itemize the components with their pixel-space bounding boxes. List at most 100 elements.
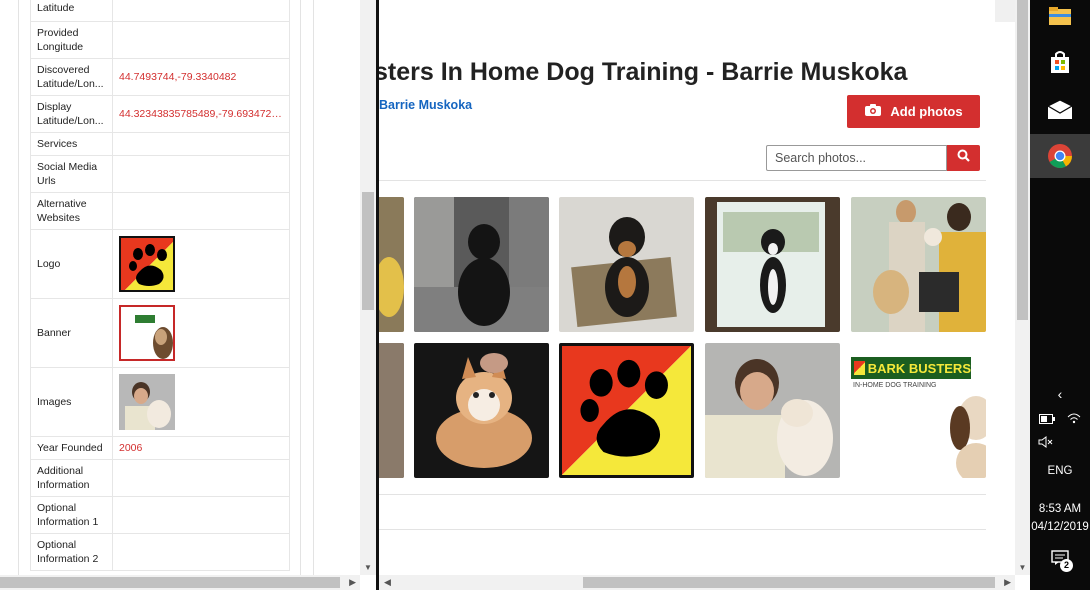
column-divider	[313, 0, 314, 575]
chrome-icon[interactable]	[1030, 134, 1090, 178]
tray-status-icons	[1030, 412, 1090, 427]
photo-search	[766, 145, 980, 171]
table-row: Logo	[30, 229, 290, 299]
notification-count-badge: 2	[1060, 559, 1073, 572]
scroll-down-arrow-icon[interactable]: ▼	[1015, 561, 1030, 575]
logo-cell	[112, 229, 290, 299]
scroll-left-arrow-icon[interactable]: ◀	[384, 575, 391, 590]
row-value	[112, 459, 290, 497]
row-label: Social Media Urls	[30, 155, 113, 193]
battery-icon[interactable]	[1039, 414, 1056, 427]
vertical-scrollbar[interactable]: ▼	[360, 0, 376, 575]
table-row: Services	[30, 132, 290, 156]
row-label: Discovered Latitude/Lon...	[30, 58, 113, 96]
search-button[interactable]	[947, 145, 980, 171]
listing-page: sters In Home Dog Training - Barrie Musk…	[379, 0, 1030, 590]
row-label: Logo	[30, 229, 113, 299]
table-row: Display Latitude/Lon... 44.3234383578548…	[30, 95, 290, 133]
photo-trainer-kiss[interactable]	[705, 343, 840, 478]
table-row: Optional Information 1	[30, 496, 290, 534]
table-row: Images	[30, 367, 290, 437]
vertical-scrollbar[interactable]: ▼	[1015, 0, 1030, 575]
wifi-icon[interactable]	[1067, 412, 1081, 427]
page-title: sters In Home Dog Training - Barrie Musk…	[379, 58, 908, 86]
detail-panel: Latitude Provided Longitude Discovered L…	[0, 0, 376, 590]
photo-boston-terrier-door[interactable]	[705, 197, 840, 332]
detail-table: Latitude Provided Longitude Discovered L…	[30, 0, 290, 571]
divider	[379, 494, 986, 495]
paw-logo-icon	[854, 361, 865, 375]
photo-partial-1[interactable]	[379, 197, 404, 332]
row-label: Additional Information	[30, 459, 113, 497]
row-label: Services	[30, 132, 113, 156]
table-row: Banner	[30, 298, 290, 368]
row-label: Optional Information 1	[30, 496, 113, 534]
show-hidden-icons-chevron-icon[interactable]: ‹	[1030, 386, 1090, 402]
horizontal-scrollbar[interactable]: ◀ ▶	[379, 575, 1015, 590]
scroll-right-arrow-icon[interactable]: ▶	[349, 575, 356, 590]
scrollbar-thumb[interactable]	[362, 192, 374, 310]
table-row: Social Media Urls	[30, 155, 290, 193]
search-input[interactable]	[766, 145, 947, 171]
row-label: Display Latitude/Lon...	[30, 95, 113, 133]
row-label: Images	[30, 367, 113, 437]
photo-black-dog-kitchen[interactable]	[414, 197, 549, 332]
horizontal-scrollbar[interactable]: ▶	[0, 575, 360, 590]
row-label: Optional Information 2	[30, 533, 113, 571]
row-value	[112, 192, 290, 230]
action-center-button[interactable]: 2	[1030, 550, 1090, 578]
table-row: Discovered Latitude/Lon... 44.7493744,-7…	[30, 58, 290, 96]
volume-muted-icon[interactable]	[1030, 436, 1090, 451]
scrollbar-thumb[interactable]	[583, 577, 995, 588]
location-link[interactable]: Barrie Muskoka	[379, 98, 472, 112]
row-value	[112, 132, 290, 156]
row-label: Banner	[30, 298, 113, 368]
add-photos-label: Add photos	[890, 104, 963, 119]
photo-trainers-with-dogs[interactable]	[851, 197, 986, 332]
images-thumbnail[interactable]	[119, 374, 175, 430]
row-label: Year Founded	[30, 436, 113, 460]
photo-partial-2[interactable]	[379, 343, 404, 478]
scroll-right-arrow-icon[interactable]: ▶	[1004, 575, 1011, 590]
file-explorer-icon[interactable]	[1030, 0, 1090, 38]
clock-date[interactable]: 04/12/2019	[1030, 521, 1090, 533]
notification-icon: 2	[1051, 550, 1073, 572]
images-cell	[112, 367, 290, 437]
divider	[379, 180, 986, 181]
banner-cell	[112, 298, 290, 368]
banner-thumbnail[interactable]	[119, 305, 175, 361]
row-value	[112, 496, 290, 534]
photo-rottweiler-mix-rug[interactable]	[559, 197, 694, 332]
photo-paw-logo[interactable]	[559, 343, 694, 478]
scrollbar-thumb[interactable]	[0, 577, 340, 588]
taskbar: ‹ ENG 8:53 AM 04/12/2019 2	[1030, 0, 1090, 590]
table-row: Alternative Websites	[30, 192, 290, 230]
row-value	[112, 533, 290, 571]
clock-time[interactable]: 8:53 AM	[1030, 503, 1090, 515]
photo-husky-puppy[interactable]	[414, 343, 549, 478]
row-label: Alternative Websites	[30, 192, 113, 230]
row-value	[112, 0, 290, 22]
table-row: Provided Longitude	[30, 21, 290, 59]
mail-icon[interactable]	[1030, 88, 1090, 132]
year-founded-value[interactable]: 2006	[112, 436, 290, 460]
photo-bark-busters-banner[interactable]: BARK BUSTERS IN-HOME DOG TRAINING	[851, 343, 986, 478]
banner-logo-strip: BARK BUSTERS	[851, 357, 971, 379]
language-indicator[interactable]: ENG	[1030, 465, 1090, 477]
banner-line2: IN-HOME DOG TRAINING	[853, 382, 937, 389]
row-label: Provided Longitude	[30, 21, 113, 59]
column-divider	[300, 0, 301, 575]
header-strip	[995, 0, 1015, 22]
store-icon[interactable]	[1030, 40, 1090, 84]
discovered-latlon-value[interactable]: 44.7493744,-79.3340482	[112, 58, 290, 96]
divider	[379, 529, 986, 530]
add-photos-button[interactable]: Add photos	[847, 95, 980, 128]
row-label: Latitude	[30, 0, 113, 22]
banner-line1: BARK BUSTERS	[867, 360, 971, 376]
scroll-down-arrow-icon[interactable]: ▼	[360, 561, 376, 575]
logo-thumbnail[interactable]	[119, 236, 175, 292]
scrollbar-thumb[interactable]	[1017, 0, 1028, 320]
table-row: Additional Information	[30, 459, 290, 497]
display-latlon-value[interactable]: 44.32343835785489,-79.6934726...	[112, 95, 290, 133]
row-value	[112, 21, 290, 59]
